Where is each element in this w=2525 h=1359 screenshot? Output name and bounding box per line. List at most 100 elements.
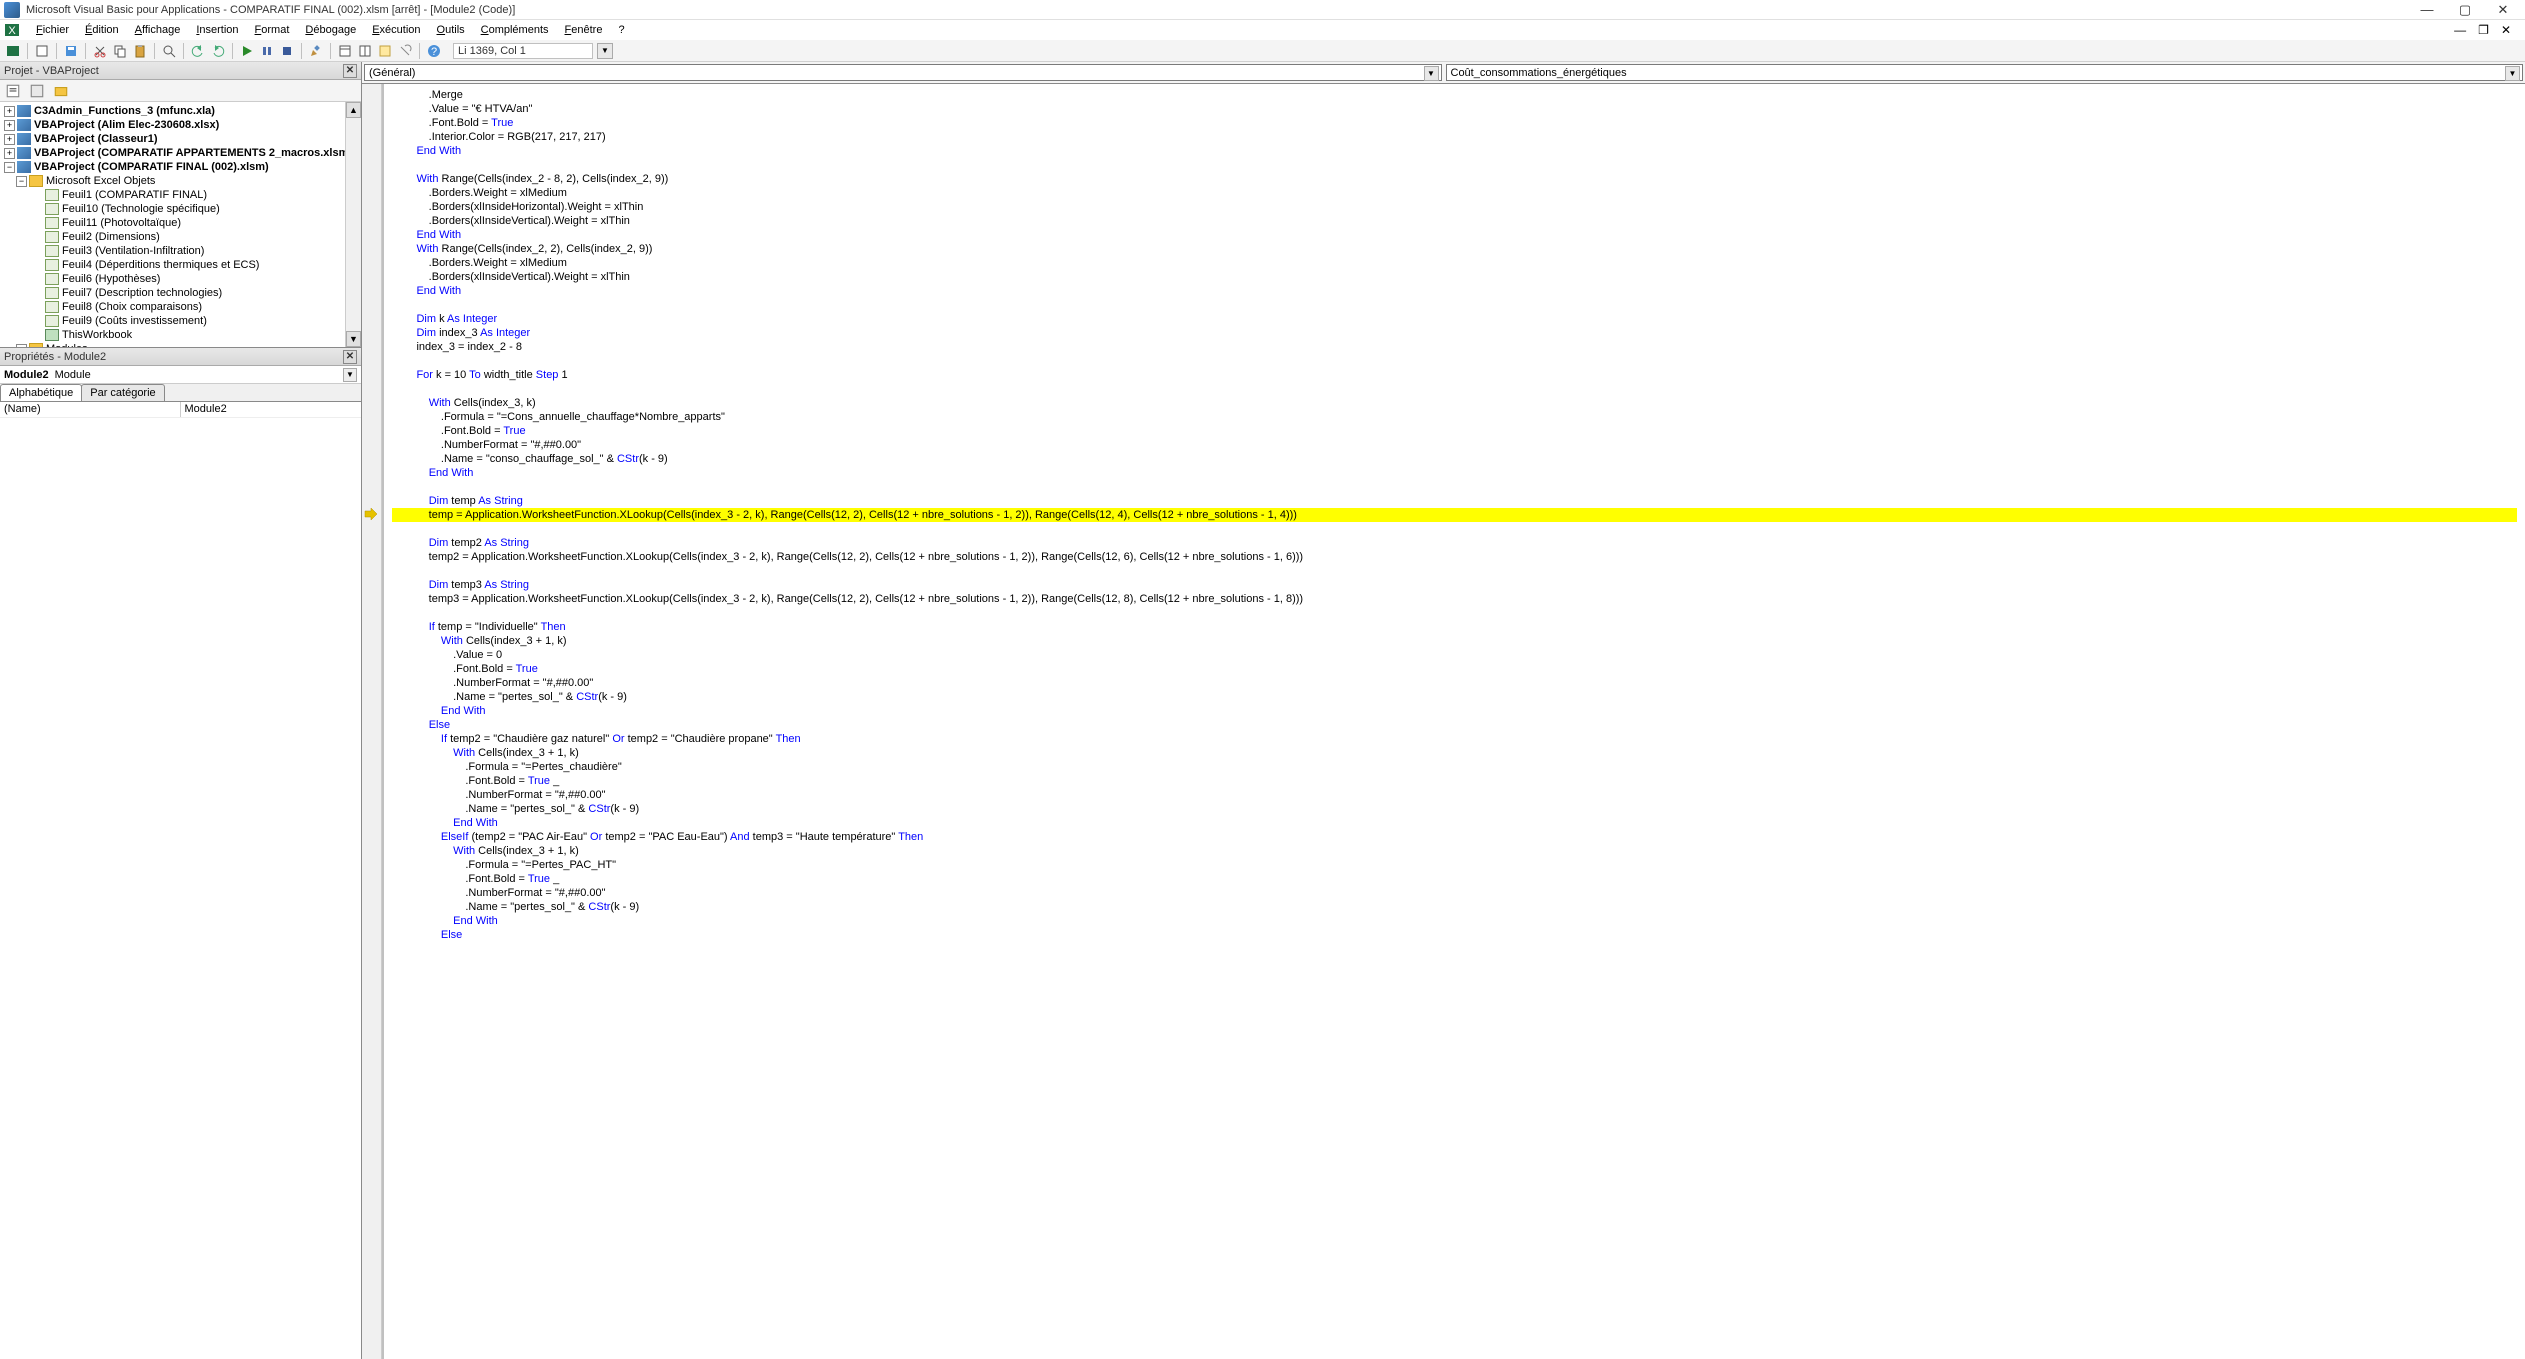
collapse-icon[interactable]: − xyxy=(16,344,27,349)
view-excel-button[interactable] xyxy=(4,42,22,60)
properties-grid[interactable]: (Name)Module2 xyxy=(0,402,361,1359)
expand-icon[interactable]: + xyxy=(4,120,15,131)
tree-item[interactable]: − Modules xyxy=(0,342,361,348)
view-object-button[interactable] xyxy=(28,82,46,100)
property-value[interactable]: Module2 xyxy=(181,402,362,417)
design-mode-button[interactable] xyxy=(307,42,325,60)
properties-window-button[interactable] xyxy=(356,42,374,60)
tree-item[interactable]: Feuil4 (Déperditions thermiques et ECS) xyxy=(0,258,361,272)
properties-tabs: Alphabétique Par catégorie xyxy=(0,384,361,402)
insert-button[interactable] xyxy=(33,42,51,60)
 xyxy=(32,204,43,215)
 xyxy=(32,330,43,341)
tree-item[interactable]: +C3Admin_Functions_3 (mfunc.xla) xyxy=(0,104,361,118)
menu-affichage[interactable]: Affichage xyxy=(127,22,189,38)
 xyxy=(32,246,43,257)
tree-label: Modules xyxy=(46,343,88,348)
tree-item[interactable]: Feuil3 (Ventilation-Infiltration) xyxy=(0,244,361,258)
code-editor[interactable]: .Merge .Value = "€ HTVA/an" .Font.Bold =… xyxy=(362,84,2525,1359)
menu-excution[interactable]: Exécution xyxy=(364,22,428,38)
tree-item[interactable]: ThisWorkbook xyxy=(0,328,361,342)
project-panel-close-button[interactable]: ✕ xyxy=(343,64,357,78)
sheet-icon xyxy=(45,287,59,299)
tree-item[interactable]: Feuil7 (Description technologies) xyxy=(0,286,361,300)
proj-icon xyxy=(17,133,31,145)
mdi-restore-button[interactable]: ❐ xyxy=(2474,23,2493,37)
 xyxy=(32,232,43,243)
paste-button[interactable] xyxy=(131,42,149,60)
menu-dbogage[interactable]: Débogage xyxy=(297,22,364,38)
menu-fentre[interactable]: Fenêtre xyxy=(557,22,611,38)
save-button[interactable] xyxy=(62,42,80,60)
proj-icon xyxy=(17,147,31,159)
tree-item[interactable]: −Microsoft Excel Objets xyxy=(0,174,361,188)
menu-[interactable]: ? xyxy=(610,22,632,38)
tree-scrollbar[interactable]: ▲ ▼ xyxy=(345,102,361,347)
properties-panel-title: Propriétés - Module2 xyxy=(4,351,106,363)
scroll-up-icon[interactable]: ▲ xyxy=(346,102,361,118)
tree-item[interactable]: Feuil9 (Coûts investissement) xyxy=(0,314,361,328)
mdi-close-button[interactable]: ✕ xyxy=(2497,23,2515,37)
location-dropdown[interactable]: ▼ xyxy=(597,43,613,59)
expand-icon[interactable]: + xyxy=(4,134,15,145)
scroll-down-icon[interactable]: ▼ xyxy=(346,331,361,347)
menu-dition[interactable]: Édition xyxy=(77,22,127,38)
 xyxy=(32,288,43,299)
code-text[interactable]: .Merge .Value = "€ HTVA/an" .Font.Bold =… xyxy=(384,84,2525,1359)
object-dropdown[interactable]: (Général) ▼ xyxy=(364,64,1442,81)
code-gutter[interactable] xyxy=(362,84,382,1359)
mdi-minimize-button[interactable]: — xyxy=(2450,23,2470,37)
book-icon xyxy=(45,329,59,341)
tree-item[interactable]: Feuil2 (Dimensions) xyxy=(0,230,361,244)
toggle-folders-button[interactable] xyxy=(52,82,70,100)
break-button[interactable] xyxy=(258,42,276,60)
toolbox-button[interactable] xyxy=(396,42,414,60)
object-browser-button[interactable] xyxy=(376,42,394,60)
expand-icon[interactable]: + xyxy=(4,106,15,117)
help-button[interactable]: ? xyxy=(425,42,443,60)
collapse-icon[interactable]: − xyxy=(16,176,27,187)
view-code-button[interactable] xyxy=(4,82,22,100)
tree-label: VBAProject (COMPARATIF APPARTEMENTS 2_ma… xyxy=(34,147,352,159)
tree-item[interactable]: −VBAProject (COMPARATIF FINAL (002).xlsm… xyxy=(0,160,361,174)
tree-item[interactable]: +VBAProject (Classeur1) xyxy=(0,132,361,146)
properties-tab-category[interactable]: Par catégorie xyxy=(81,384,164,401)
reset-button[interactable] xyxy=(278,42,296,60)
maximize-button[interactable]: ▢ xyxy=(2455,2,2475,18)
minimize-button[interactable]: — xyxy=(2417,2,2437,18)
menu-format[interactable]: Format xyxy=(247,22,298,38)
tree-label: Feuil1 (COMPARATIF FINAL) xyxy=(62,189,207,201)
tree-item[interactable]: Feuil11 (Photovoltaïque) xyxy=(0,216,361,230)
collapse-icon[interactable]: − xyxy=(4,162,15,173)
properties-panel-close-button[interactable]: ✕ xyxy=(343,350,357,364)
menu-insertion[interactable]: Insertion xyxy=(188,22,246,38)
project-explorer-button[interactable] xyxy=(336,42,354,60)
tree-item[interactable]: Feuil1 (COMPARATIF FINAL) xyxy=(0,188,361,202)
properties-object-selector[interactable]: Module2 Module ▼ xyxy=(0,366,361,384)
find-button[interactable] xyxy=(160,42,178,60)
menu-fichier[interactable]: Fichier xyxy=(28,22,77,38)
properties-object-dropdown-icon[interactable]: ▼ xyxy=(343,368,357,382)
project-panel-header: Projet - VBAProject ✕ xyxy=(0,62,361,80)
chevron-down-icon[interactable]: ▼ xyxy=(1424,66,1439,81)
close-button[interactable]: ✕ xyxy=(2493,2,2513,18)
undo-button[interactable] xyxy=(189,42,207,60)
tree-item[interactable]: Feuil8 (Choix comparaisons) xyxy=(0,300,361,314)
property-row[interactable]: (Name)Module2 xyxy=(0,402,361,418)
tree-item[interactable]: + VBAProject (COMPARATIF APPARTEMENTS 2_m… xyxy=(0,146,361,160)
procedure-dropdown[interactable]: Coût_consommations_énergétiques ▼ xyxy=(1446,64,2524,81)
tree-item[interactable]: Feuil6 (Hypothèses) xyxy=(0,272,361,286)
redo-button[interactable] xyxy=(209,42,227,60)
cut-button[interactable] xyxy=(91,42,109,60)
project-tree[interactable]: +C3Admin_Functions_3 (mfunc.xla)+VBAProj… xyxy=(0,102,361,348)
chevron-down-icon[interactable]: ▼ xyxy=(2505,66,2520,81)
properties-tab-alphabetic[interactable]: Alphabétique xyxy=(0,384,82,401)
tree-item[interactable]: +VBAProject (Alim Elec-230608.xlsx) xyxy=(0,118,361,132)
run-button[interactable] xyxy=(238,42,256,60)
copy-button[interactable] xyxy=(111,42,129,60)
tree-item[interactable]: Feuil10 (Technologie spécifique) xyxy=(0,202,361,216)
expand-icon[interactable]: + xyxy=(4,148,15,159)
menu-complments[interactable]: Compléments xyxy=(473,22,557,38)
folder-icon xyxy=(29,343,43,348)
menu-outils[interactable]: Outils xyxy=(429,22,473,38)
